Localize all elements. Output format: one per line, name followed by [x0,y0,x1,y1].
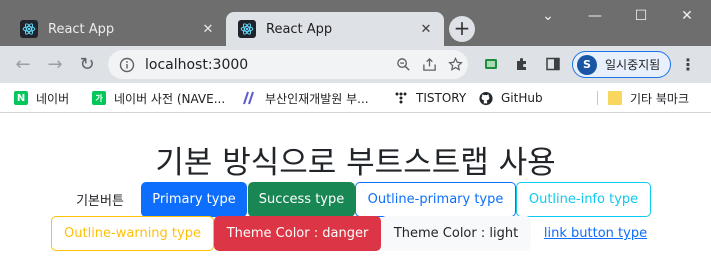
react-icon [20,20,38,38]
url-text[interactable]: localhost:3000 [145,57,390,73]
extensions-puzzle-icon[interactable] [511,53,533,75]
more-menu-icon[interactable]: ⋮ [678,53,698,75]
bookmark-naver-dict[interactable]: 가 네이버 사전 (NAVE... [92,88,225,108]
bookmark-naver[interactable]: N 네이버 [14,88,69,108]
reload-icon[interactable]: ↻ [74,51,100,77]
minimize-button[interactable]: — [572,0,618,32]
bookmark-divider [597,91,598,105]
maximize-button[interactable]: ☐ [618,0,664,32]
bookmark-label: GitHub [501,91,543,105]
bookmark-label: TISTORY [416,91,467,105]
bookmark-github[interactable]: GitHub [479,88,543,108]
react-icon [238,20,256,38]
naver-dict-icon: 가 [92,91,106,105]
link-button[interactable]: link button type [531,216,660,251]
github-icon [479,91,493,105]
tistory-icon [394,91,408,105]
browser-titlebar: React App ✕ React App ✕ + ⌄ — ☐ ✕ [0,0,711,46]
bookmark-label: 부산인재개발원 부... [265,91,369,106]
tab-search-icon[interactable]: ⌄ [525,0,571,32]
page-title: 기본 방식으로 부트스트랩 사용 [155,145,556,181]
success-button[interactable]: Success type [248,182,355,217]
outline-primary-button[interactable]: Outline-primary type [355,182,516,217]
tab-close-icon[interactable]: ✕ [198,19,218,39]
new-tab-button[interactable]: + [449,16,475,42]
primary-button[interactable]: Primary type [141,182,247,217]
light-button[interactable]: Theme Color : light [381,216,531,251]
bookmark-busan[interactable]: 부산인재개발원 부... [243,88,369,108]
outline-info-button[interactable]: Outline-info type [516,182,651,217]
outline-warning-button[interactable]: Outline-warning type [51,216,214,251]
address-bar[interactable]: localhost:3000 [108,50,468,79]
window-close-button[interactable]: ✕ [664,0,710,32]
site-info-icon[interactable] [119,57,135,73]
extension-green-icon[interactable] [480,53,502,75]
avatar: S [577,54,597,75]
browser-tab-active[interactable]: React App ✕ [226,12,444,46]
slash-logo-icon [243,91,257,105]
profile-label: 일시중지됨 [605,58,661,72]
browser-toolbar: ← → ↻ localhost:3000 S 일시중지됨 ⋮ [0,46,711,83]
bookmark-label: 기타 북마크 [630,91,690,106]
default-button[interactable]: 기본버튼 [60,182,140,217]
forward-arrow-icon[interactable]: → [42,51,68,77]
tab-title: React App [266,21,333,37]
danger-button[interactable]: Theme Color : danger [214,216,381,251]
browser-tab[interactable]: React App ✕ [8,12,226,46]
bookmark-tistory[interactable]: TISTORY [394,88,466,108]
back-arrow-icon[interactable]: ← [10,51,36,77]
naver-icon: N [14,91,28,105]
bookmark-label: 네이버 [36,91,70,106]
profile-button[interactable]: S 일시중지됨 [572,51,671,78]
zoom-icon[interactable] [390,52,416,78]
folder-icon [608,91,622,105]
tab-title: React App [48,21,115,37]
bookmark-star-icon[interactable] [442,52,468,78]
tab-close-icon[interactable]: ✕ [416,19,436,39]
bookmark-other-folder[interactable]: 기타 북마크 [608,88,689,108]
side-panel-icon[interactable] [542,53,564,75]
share-icon[interactable] [416,52,442,78]
bookmarks-bar: N 네이버 가 네이버 사전 (NAVE... 부산인재개발원 부... TIS… [0,83,711,113]
bookmark-label: 네이버 사전 (NAVE... [114,91,226,106]
